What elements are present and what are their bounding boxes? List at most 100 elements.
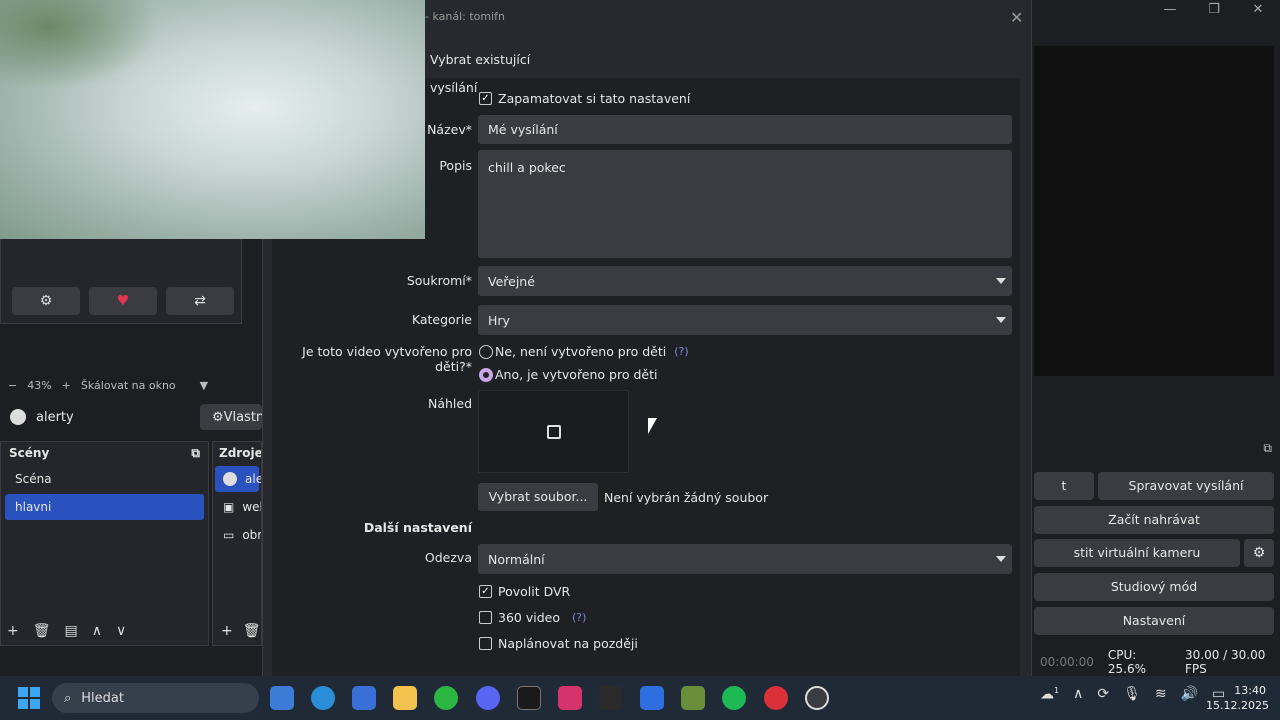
kids-no-radio[interactable]: Ne, není vytvořeno pro děti (?) <box>479 344 689 359</box>
wifi-icon[interactable]: ≋ <box>1155 686 1167 703</box>
trash-icon[interactable]: 🗑 <box>243 623 261 639</box>
popout-icon[interactable]: ⇄ <box>166 287 234 315</box>
windows-start-icon[interactable] <box>18 687 40 709</box>
epic-games-icon[interactable] <box>599 686 623 710</box>
filter-icon[interactable]: ▤ <box>65 623 78 639</box>
move-down-icon[interactable]: ∨ <box>116 623 126 639</box>
undock-icon[interactable]: ⧉ <box>1034 441 1280 463</box>
help-icon[interactable]: (?) <box>572 611 586 624</box>
checkbox-label: Povolit DVR <box>498 584 571 599</box>
gear-icon[interactable]: ⚙ <box>12 287 80 315</box>
more-settings-heading: Další nastavení <box>363 520 472 535</box>
settings-button[interactable]: Nastavení <box>1034 607 1274 635</box>
scenes-panel: Scény ⧉ Scéna hlavni + 🗑 ▤ ∧ ∨ <box>0 441 209 646</box>
instagram-icon[interactable] <box>558 686 582 710</box>
source-label: aler <box>245 472 261 486</box>
start-recording-button[interactable]: Začít nahrávat <box>1034 506 1274 534</box>
spotify-icon[interactable] <box>722 686 746 710</box>
manage-broadcast-button[interactable]: Spravovat vysílání <box>1098 472 1274 500</box>
preview-canvas[interactable] <box>1034 46 1274 376</box>
app-icon-black[interactable] <box>517 686 541 710</box>
radio-label: Ne, není vytvořeno pro děti <box>495 344 667 359</box>
start-streaming-button[interactable]: t <box>1034 472 1094 500</box>
whatsapp-icon[interactable] <box>434 686 458 710</box>
taskbar-clock[interactable]: 13:40 15.12.2025 <box>1206 683 1269 713</box>
scenes-toolbar: + 🗑 ▤ ∧ ∨ <box>7 623 126 639</box>
volume-icon[interactable]: 🔊 <box>1181 686 1198 703</box>
undock-icon[interactable]: ⧉ <box>191 446 200 461</box>
zoom-out-icon[interactable]: − <box>8 379 17 392</box>
move-up-icon[interactable]: ∧ <box>92 623 102 639</box>
add-icon[interactable]: + <box>7 623 19 639</box>
scene-item[interactable]: Scéna <box>5 466 204 492</box>
app-icon-editor[interactable] <box>270 686 294 710</box>
source-label: web <box>242 500 261 514</box>
close-icon[interactable]: ✕ <box>1010 8 1023 27</box>
window-controls: — ❐ ✕ <box>1148 0 1280 20</box>
app-icon-red[interactable] <box>764 686 788 710</box>
virtual-camera-button[interactable]: stit virtuální kameru <box>1034 539 1240 567</box>
stream-time: 00:00:00 <box>1040 655 1094 669</box>
tab-select-existing[interactable]: Vybrat existující vysílání <box>425 46 575 95</box>
category-value: Hry <box>488 312 510 328</box>
latency-select[interactable]: Normální <box>478 544 1012 574</box>
display-icon: ▭ <box>223 528 235 542</box>
zoom-percent: 43% <box>27 378 52 392</box>
studio-mode-button[interactable]: Studiový mód <box>1034 573 1274 601</box>
heart-icon[interactable]: ♥ <box>89 287 157 315</box>
close-icon[interactable]: ✕ <box>1236 0 1280 20</box>
sync-icon[interactable]: ⟳ <box>1097 686 1109 703</box>
add-icon[interactable]: + <box>221 623 233 639</box>
folder-icon[interactable] <box>393 686 417 710</box>
mouse-cursor-icon <box>648 418 657 434</box>
minimize-icon[interactable]: — <box>1148 0 1192 20</box>
source-item[interactable]: aler <box>215 466 261 492</box>
taskbar-search[interactable]: ⌕ Hledat <box>52 683 259 713</box>
chevron-up-icon[interactable]: ∧ <box>1073 686 1083 703</box>
source-item[interactable]: ▭ obr <box>215 522 262 548</box>
gear-icon: ⚙ <box>212 409 224 425</box>
properties-button[interactable]: ⚙ Vlastn <box>200 404 265 430</box>
dvr-checkbox[interactable]: ✓ Povolit DVR <box>479 584 570 599</box>
weather-badge: 1 <box>1054 686 1060 695</box>
status-bar: 00:00:00 CPU: 25.6% 30.00 / 30.00 FPS <box>1034 648 1280 676</box>
scene-item[interactable]: hlavni <box>5 494 204 520</box>
search-placeholder: Hledat <box>81 690 124 706</box>
weather-icon[interactable]: ☁1 <box>1040 686 1059 703</box>
chat-dock-buttons: ⚙ ♥ ⇄ <box>12 287 234 315</box>
gear-icon[interactable]: ⚙ <box>1244 539 1274 567</box>
no-file-text: Není vybrán žádný soubor <box>604 490 769 505</box>
edge-icon[interactable] <box>311 686 335 710</box>
minecraft-icon[interactable] <box>681 686 705 710</box>
zoom-in-icon[interactable]: + <box>62 379 71 392</box>
controls-panel: ⧉ t Spravovat vysílání Začít nahrávat st… <box>1034 441 1280 646</box>
name-field[interactable]: Mé vysílání <box>478 115 1012 144</box>
privacy-select[interactable]: Veřejné <box>478 266 1012 296</box>
fps-readout: 30.00 / 30.00 FPS <box>1185 648 1266 676</box>
video360-checkbox[interactable]: 360 video (?) <box>479 610 586 625</box>
schedule-checkbox[interactable]: Naplánovat na později <box>479 636 638 651</box>
microphone-icon[interactable]: 🎙 <box>1123 686 1141 703</box>
dialog-title: - kanál: tomifn <box>425 10 506 23</box>
trash-icon[interactable]: 🗑 <box>33 623 51 639</box>
discord-icon[interactable] <box>476 686 500 710</box>
source-label: obr <box>242 528 262 542</box>
messenger-icon[interactable] <box>640 686 664 710</box>
category-select[interactable]: Hry <box>478 305 1012 335</box>
maximize-icon[interactable]: ❐ <box>1192 0 1236 20</box>
made-for-kids-label: Je toto video vytvořeno pro děti?* <box>302 344 472 374</box>
obs-icon[interactable] <box>805 686 829 710</box>
select-file-button[interactable]: Vybrat soubor... <box>478 483 598 511</box>
help-icon[interactable]: (?) <box>674 345 688 358</box>
zoom-mode[interactable]: Škálovat na okno <box>81 379 176 392</box>
description-field[interactable]: chill a pokec <box>478 150 1012 258</box>
search-icon: ⌕ <box>64 690 72 706</box>
radio-checked-icon <box>479 367 493 382</box>
properties-button-label: Vlastn <box>223 409 265 425</box>
source-item[interactable]: ▣ web <box>215 494 261 520</box>
chevron-down-icon[interactable]: ▼ <box>200 379 208 392</box>
zoom-bar: − 43% + Škálovat na okno ▼ <box>0 376 262 394</box>
store-icon[interactable] <box>352 686 376 710</box>
kids-yes-radio[interactable]: Ano, je vytvořeno pro děti <box>479 367 657 382</box>
remember-settings-checkbox[interactable]: ✓ Zapamatovat si tato nastavení <box>479 91 690 106</box>
